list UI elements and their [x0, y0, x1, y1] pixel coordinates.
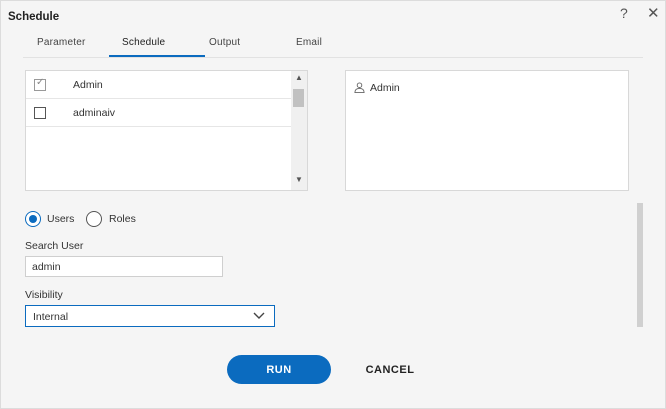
selected-user-label: Admin: [370, 82, 400, 94]
tab-output[interactable]: Output: [209, 37, 240, 48]
scroll-up-icon[interactable]: ▲: [295, 73, 303, 82]
tab-email[interactable]: Email: [296, 37, 322, 48]
selected-users-panel: Admin: [345, 70, 629, 191]
dialog-scrollbar[interactable]: [637, 203, 643, 327]
list-item-label: adminaiv: [73, 107, 116, 119]
help-icon[interactable]: ?: [620, 5, 628, 21]
cancel-button[interactable]: CANCEL: [353, 355, 427, 384]
list-item[interactable]: ✓ Admin: [26, 71, 291, 99]
scroll-down-icon[interactable]: ▼: [295, 175, 303, 184]
list-item[interactable]: adminaiv: [26, 99, 291, 127]
dialog-title: Schedule: [8, 11, 60, 23]
checkbox[interactable]: [34, 107, 46, 119]
visibility-label: Visibility: [25, 289, 63, 301]
visibility-value: Internal: [33, 311, 69, 323]
schedule-dialog: Schedule ? ✕ Parameter Schedule Output E…: [0, 0, 666, 409]
tab-parameter[interactable]: Parameter: [37, 37, 86, 48]
scroll-thumb[interactable]: [293, 89, 304, 107]
checkbox-checked[interactable]: ✓: [34, 77, 46, 91]
search-user-input[interactable]: [25, 256, 223, 277]
radio-users[interactable]: [25, 211, 41, 227]
radio-roles[interactable]: [86, 211, 102, 227]
list-item-label: Admin: [73, 79, 103, 91]
tab-schedule[interactable]: Schedule: [122, 37, 165, 48]
user-icon: [354, 82, 365, 93]
list-scrollbar[interactable]: ▲ ▼: [291, 71, 307, 190]
visibility-select[interactable]: Internal: [25, 305, 275, 327]
active-tab-indicator: [109, 55, 205, 57]
chevron-down-icon: [253, 312, 265, 319]
tabs-divider: [23, 57, 643, 58]
radio-users-label[interactable]: Users: [47, 213, 74, 225]
close-icon[interactable]: ✕: [647, 4, 660, 22]
search-user-label: Search User: [25, 240, 84, 252]
user-listbox: ✓ Admin adminaiv ▲ ▼: [25, 70, 308, 191]
check-icon: ✓: [36, 77, 45, 88]
run-button[interactable]: RUN: [227, 355, 331, 384]
tab-bar: Parameter Schedule Output Email: [23, 31, 643, 58]
radio-roles-label[interactable]: Roles: [109, 213, 136, 225]
